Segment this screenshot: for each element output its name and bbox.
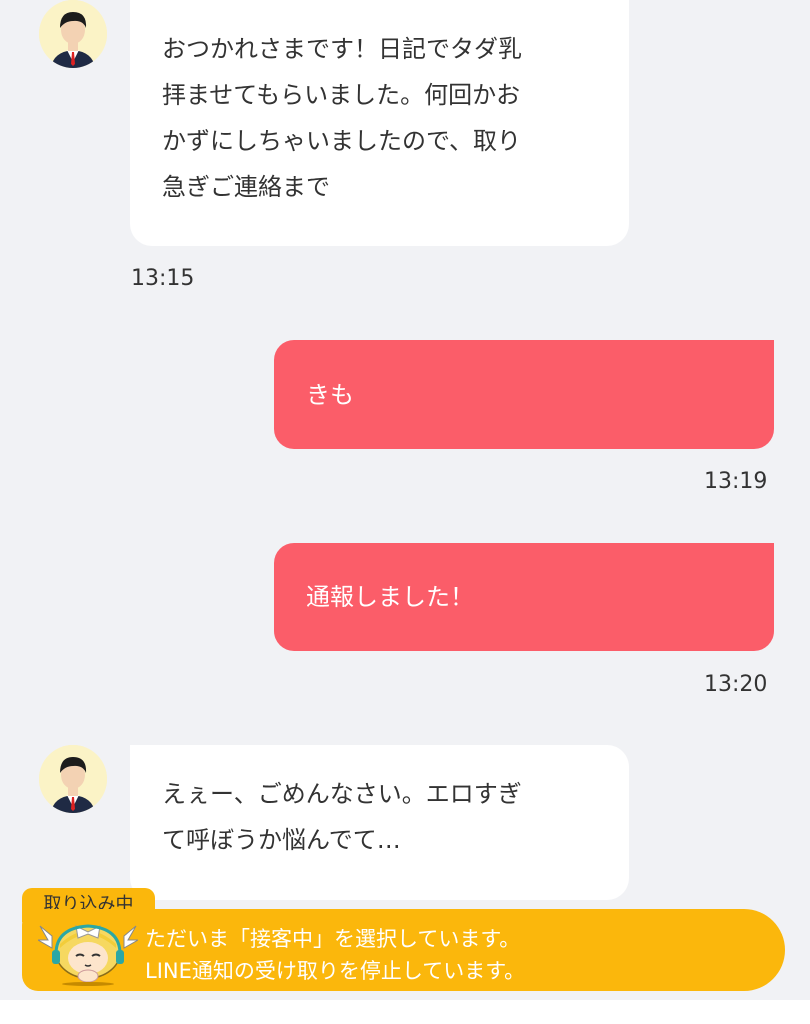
outgoing-message-bubble[interactable]: きも [274,340,774,449]
message-text: おつかれさまです！日記でタダ乳 拝ませてもらいました。何回かお かずにしちゃいま… [162,35,522,201]
status-banner-line: LINE通知の受け取りを停止しています。 [145,959,526,983]
message-text: 通報しました！ [306,583,474,611]
input-bar[interactable] [0,1000,810,1024]
outgoing-message-bubble[interactable]: 通報しました！ [274,543,774,651]
message-timestamp: 13:19 [704,469,768,494]
message-text: きも [306,380,354,409]
message-timestamp: 13:15 [131,266,195,291]
message-text: えぇー、ごめんなさい。エロすぎ て呼ぼうか悩んでて… [162,780,522,854]
message-timestamp: 13:20 [704,672,768,697]
user-avatar-icon [39,745,107,813]
avatar[interactable] [39,0,107,68]
incoming-message-bubble[interactable]: えぇー、ごめんなさい。エロすぎ て呼ぼうか悩んでて… [130,745,629,900]
status-banner-line: ただいま「接客中」を選択しています。 [145,927,521,951]
avatar[interactable] [39,745,107,813]
headset-mascot-icon [38,924,138,986]
user-avatar-icon [39,0,107,68]
incoming-message-bubble[interactable]: おつかれさまです！日記でタダ乳 拝ませてもらいました。何回かお かずにしちゃいま… [130,0,629,246]
